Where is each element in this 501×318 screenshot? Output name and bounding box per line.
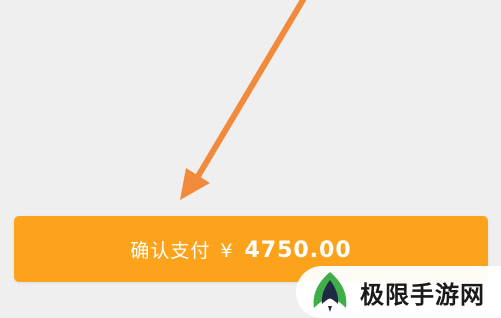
site-logo-icon bbox=[313, 272, 347, 312]
confirm-payment-label: 确认支付 bbox=[130, 239, 211, 262]
currency-symbol: ¥ bbox=[220, 239, 233, 262]
payment-amount: 4750.00 bbox=[244, 237, 352, 263]
site-watermark: 极限手游网 bbox=[296, 266, 501, 318]
app-screen: 确认支付 ¥ 4750.00 极限手游网 bbox=[0, 0, 501, 318]
watermark-site-name: 极限手游网 bbox=[360, 279, 485, 309]
